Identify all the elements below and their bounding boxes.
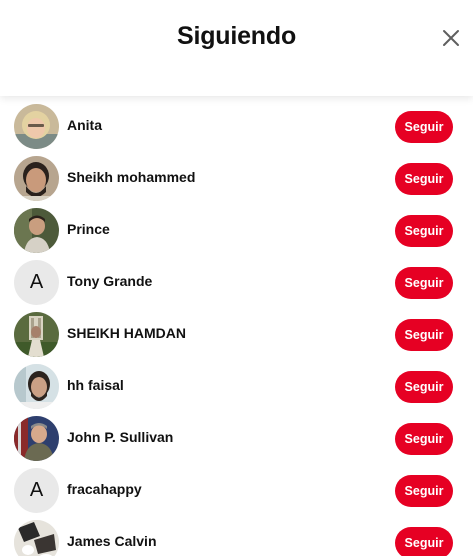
user-photo-sheikh-mohammed <box>14 156 59 201</box>
user-photo-anita <box>14 104 59 149</box>
user-photo-john-sullivan <box>14 416 59 461</box>
follow-button[interactable]: Seguir <box>395 111 453 143</box>
user-name[interactable]: John P. Sullivan <box>67 429 173 445</box>
follow-button[interactable]: Seguir <box>395 267 453 299</box>
user-photo-prince <box>14 208 59 253</box>
follow-button[interactable]: Seguir <box>395 527 453 556</box>
user-name[interactable]: Prince <box>67 221 110 237</box>
following-list: Anita Seguir Sheikh mohammed Seguir Prin… <box>0 96 473 556</box>
avatar[interactable]: A <box>14 468 59 513</box>
list-item: John P. Sullivan Seguir <box>0 413 473 465</box>
avatar[interactable] <box>14 156 59 201</box>
avatar[interactable] <box>14 364 59 409</box>
modal-header: Siguiendo <box>0 0 473 96</box>
list-item: Prince Seguir <box>0 205 473 257</box>
avatar[interactable] <box>14 208 59 253</box>
user-name[interactable]: Tony Grande <box>67 273 152 289</box>
list-item: hh faisal Seguir <box>0 361 473 413</box>
follow-button[interactable]: Seguir <box>395 423 453 455</box>
user-name[interactable]: Sheikh mohammed <box>67 169 195 185</box>
follow-button[interactable]: Seguir <box>395 163 453 195</box>
close-icon[interactable] <box>440 27 462 49</box>
follow-button[interactable]: Seguir <box>395 371 453 403</box>
list-item: Sheikh mohammed Seguir <box>0 153 473 205</box>
avatar[interactable] <box>14 104 59 149</box>
modal-title: Siguiendo <box>176 22 297 50</box>
user-photo-hh-faisal <box>14 364 59 409</box>
avatar-initial: A <box>29 271 44 293</box>
user-name[interactable]: James Calvin <box>67 533 157 549</box>
user-name[interactable]: Anita <box>67 117 102 133</box>
avatar[interactable] <box>14 520 59 556</box>
avatar[interactable] <box>14 312 59 357</box>
avatar-initial: A <box>29 479 44 501</box>
user-photo-james-calvin <box>14 520 59 556</box>
avatar[interactable]: A <box>14 260 59 305</box>
follow-button[interactable]: Seguir <box>395 319 453 351</box>
list-item: Anita Seguir <box>0 101 473 153</box>
user-name[interactable]: fracahappy <box>67 481 142 497</box>
user-name[interactable]: hh faisal <box>67 377 124 393</box>
list-item: A Tony Grande Seguir <box>0 257 473 309</box>
list-item: James Calvin Seguir <box>0 517 473 556</box>
follow-button[interactable]: Seguir <box>395 215 453 247</box>
list-item: A fracahappy Seguir <box>0 465 473 517</box>
user-name[interactable]: SHEIKH HAMDAN <box>67 325 186 341</box>
follow-button[interactable]: Seguir <box>395 475 453 507</box>
avatar[interactable] <box>14 416 59 461</box>
list-item: SHEIKH HAMDAN Seguir <box>0 309 473 361</box>
user-photo-sheikh-hamdan <box>14 312 59 357</box>
